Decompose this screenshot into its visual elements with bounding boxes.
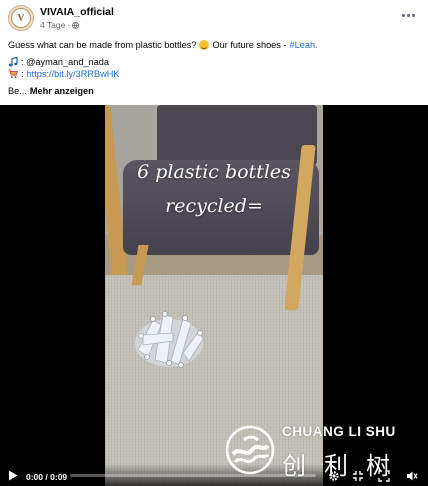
- progress-bar[interactable]: [70, 474, 316, 477]
- play-icon[interactable]: [8, 470, 18, 481]
- truncated-text: Be...: [8, 86, 27, 96]
- post-text-after-emoji: Our future shoes -: [212, 40, 287, 50]
- post-link-line: : https://bit.ly/3RRBwHK: [8, 69, 120, 79]
- page-name[interactable]: VIVAIA_official: [40, 6, 114, 18]
- more-horizontal-icon: [401, 13, 405, 17]
- duration: 0:09: [50, 472, 68, 482]
- chair-back: [157, 105, 317, 165]
- avatar-logo: V: [11, 8, 31, 28]
- page-avatar[interactable]: V: [8, 5, 34, 31]
- more-options-button[interactable]: [400, 10, 416, 20]
- fullscreen-icon[interactable]: [378, 470, 390, 482]
- post-meta: 4 Tage ·: [40, 20, 80, 30]
- video-player[interactable]: 6 plastic bottles recycled= 0:00 / 0:09: [0, 105, 428, 486]
- shopping-cart-icon: [8, 69, 18, 79]
- grinning-face-emoji-icon: [199, 40, 210, 50]
- post-timestamp[interactable]: 4 Tage: [40, 20, 65, 30]
- minimize-icon[interactable]: [352, 470, 364, 482]
- video-time: 0:00 / 0:09: [26, 472, 67, 482]
- post-see-more-line: Be... Mehr anzeigen: [8, 86, 94, 96]
- video-controls: 0:00 / 0:09: [0, 464, 428, 486]
- plastic-bottles-image: [135, 311, 204, 368]
- video-frame[interactable]: 6 plastic bottles recycled=: [105, 105, 323, 486]
- time-separator: /: [45, 472, 48, 482]
- credit-text: : @ayman_and_nada: [21, 57, 109, 67]
- volume-icon[interactable]: [406, 470, 418, 482]
- hashtag-link[interactable]: #Leah.: [290, 40, 318, 50]
- current-time: 0:00: [26, 472, 44, 482]
- more-horizontal-icon: [411, 13, 415, 17]
- post-header: V VIVAIA_official 4 Tage ·: [0, 0, 428, 36]
- more-horizontal-icon: [406, 13, 410, 17]
- post-text-line-1: Guess what can be made from plastic bott…: [8, 40, 318, 50]
- music-note-icon: [8, 57, 18, 67]
- video-caption-line-1: 6 plastic bottles: [137, 161, 291, 183]
- globe-icon: [72, 21, 80, 29]
- shop-link[interactable]: https://bit.ly/3RRBwHK: [27, 69, 120, 79]
- post-credit-line: : @ayman_and_nada: [8, 57, 109, 67]
- meta-separator: ·: [67, 20, 71, 30]
- link-prefix: :: [21, 69, 24, 79]
- video-caption-line-2: recycled=: [165, 195, 263, 217]
- post-text-main: Guess what can be made from plastic bott…: [8, 40, 197, 50]
- settings-icon[interactable]: [328, 470, 340, 482]
- see-more-button[interactable]: Mehr anzeigen: [30, 86, 94, 96]
